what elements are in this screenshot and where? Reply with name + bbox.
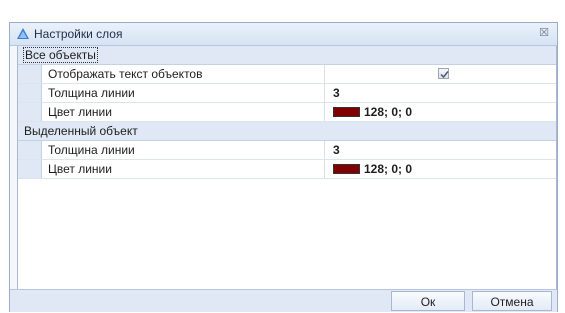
category-label: Выделенный объект — [24, 124, 138, 138]
line-color-value[interactable]: 128; 0; 0 — [325, 103, 556, 121]
category-all-objects[interactable]: Все объекты — [18, 46, 556, 65]
color-swatch — [333, 164, 360, 174]
selected-line-width-value[interactable]: 3 — [325, 141, 556, 159]
selected-line-color-value[interactable]: 128; 0; 0 — [325, 160, 556, 178]
checkmark-icon — [440, 71, 449, 79]
category-selected-object[interactable]: Выделенный объект — [18, 122, 556, 141]
dialog-title: Настройки слоя — [34, 27, 123, 41]
property-row[interactable]: Цвет линии 128; 0; 0 — [18, 103, 556, 122]
ok-button[interactable]: Ок — [391, 291, 465, 311]
cancel-button[interactable]: Отмена — [472, 291, 552, 311]
property-row[interactable]: Отображать текст объектов — [18, 65, 556, 84]
line-width-value[interactable]: 3 — [325, 84, 556, 102]
layer-settings-dialog: Настройки слоя ☒ Все объекты Отображать … — [9, 22, 558, 312]
property-row[interactable]: Толщина линии 3 — [18, 84, 556, 103]
app-icon — [16, 27, 30, 40]
property-name: Цвет линии — [42, 160, 325, 178]
property-row[interactable]: Цвет линии 128; 0; 0 — [18, 160, 556, 179]
property-row[interactable]: Толщина линии 3 — [18, 141, 556, 160]
property-value[interactable] — [325, 65, 556, 83]
color-value-text: 128; 0; 0 — [364, 105, 413, 119]
color-swatch — [333, 107, 360, 117]
category-label: Все объекты — [23, 47, 98, 63]
title-bar[interactable]: Настройки слоя ☒ — [10, 23, 557, 46]
show-text-checkbox[interactable] — [438, 68, 449, 79]
property-name: Отображать текст объектов — [42, 65, 325, 83]
property-grid: Все объекты Отображать текст объектов То… — [17, 46, 557, 290]
property-name: Цвет линии — [42, 103, 325, 121]
property-name: Толщина линии — [42, 84, 325, 102]
color-value-text: 128; 0; 0 — [364, 162, 413, 176]
button-bar: Ок Отмена — [10, 289, 557, 312]
property-name: Толщина линии — [42, 141, 325, 159]
close-icon[interactable]: ☒ — [537, 26, 551, 40]
